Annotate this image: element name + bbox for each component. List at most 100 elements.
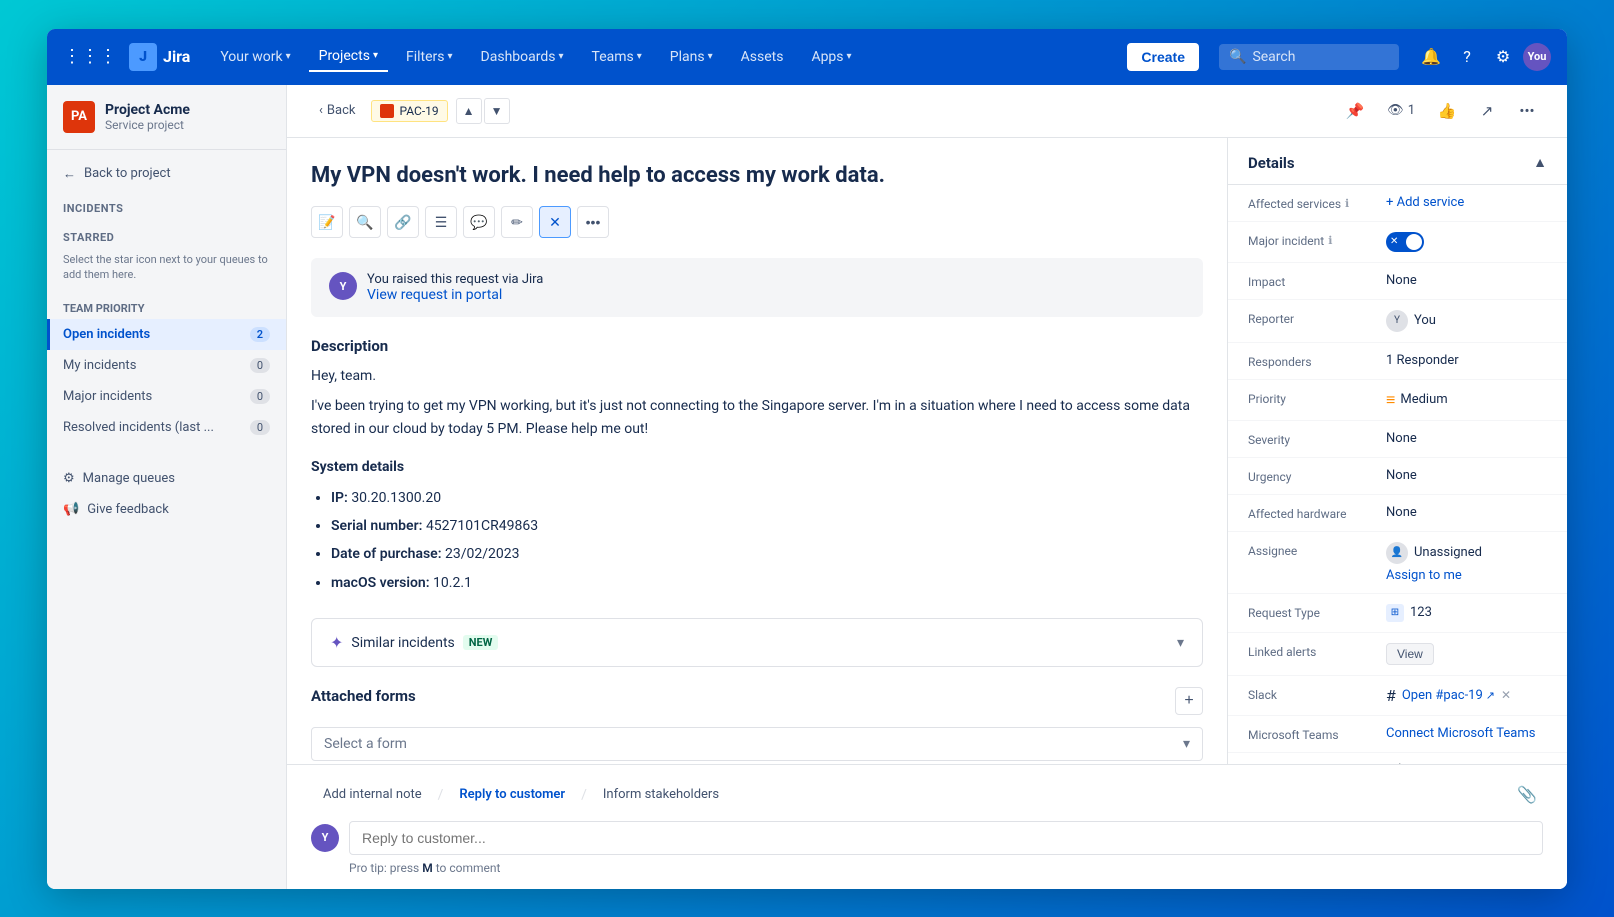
thumbsup-icon[interactable]: 👍 — [1431, 95, 1463, 127]
jira-logo[interactable]: J Jira — [129, 43, 190, 71]
request-type-value: ⊞ 123 — [1386, 604, 1547, 622]
nav-dashboards[interactable]: Dashboards ▾ — [471, 43, 574, 71]
impact-row: Impact None — [1228, 263, 1567, 300]
slack-label: Slack — [1248, 686, 1378, 702]
sidebar-item-major-incidents[interactable]: Major incidents 0 — [47, 381, 286, 412]
inform-stakeholders-tab[interactable]: Inform stakeholders — [591, 781, 731, 808]
pro-tip: Pro tip: press M to comment — [349, 861, 1543, 875]
similar-incidents-section[interactable]: ✦ Similar incidents NEW ▾ — [311, 618, 1203, 667]
assignee-row: Assignee 👤 Unassigned Assign to me — [1228, 532, 1567, 594]
share-icon[interactable]: ↗ — [1471, 95, 1503, 127]
plans-chevron: ▾ — [708, 51, 713, 62]
sidebar-item-open-incidents[interactable]: Open incidents 2 — [47, 319, 286, 350]
reply-to-customer-tab[interactable]: Reply to customer — [447, 781, 577, 808]
apps-chevron: ▾ — [847, 51, 852, 62]
nav-plans[interactable]: Plans ▾ — [660, 43, 723, 71]
affected-services-info-icon[interactable]: ℹ — [1345, 197, 1349, 210]
user-avatar[interactable]: You — [1523, 43, 1551, 71]
comment-bar: Add internal note / Reply to customer / … — [287, 764, 1567, 889]
responders-value[interactable]: 1 Responder — [1386, 353, 1547, 368]
prev-issue-button[interactable]: ▲ — [456, 98, 482, 124]
sidebar-item-my-incidents[interactable]: My incidents 0 — [47, 350, 286, 381]
slack-channel-link[interactable]: Open #pac-19 ↗ — [1402, 688, 1495, 703]
sparkle-icon: ✦ — [330, 633, 343, 652]
help-icon[interactable]: ? — [1451, 41, 1483, 73]
settings-icon[interactable]: ⚙ — [1487, 41, 1519, 73]
linked-alerts-label: Linked alerts — [1248, 643, 1378, 659]
toolbar-search-icon[interactable]: 🔍 — [349, 206, 381, 238]
view-portal-link[interactable]: View request in portal — [367, 287, 502, 303]
slack-close-icon[interactable]: ✕ — [1501, 688, 1511, 702]
affected-hardware-value[interactable]: None — [1386, 505, 1547, 520]
reporter-avatar: Y — [1386, 310, 1408, 332]
priority-medium-icon: ≡ — [1386, 390, 1395, 410]
starred-label: STARRED — [47, 219, 286, 248]
urgency-value[interactable]: None — [1386, 468, 1547, 483]
more-options-icon[interactable]: ••• — [1511, 95, 1543, 127]
affected-services-label: Affected services ℹ — [1248, 195, 1378, 211]
ms-teams-link[interactable]: Connect Microsoft Teams — [1386, 726, 1536, 741]
teams-chevron: ▾ — [637, 51, 642, 62]
severity-row: Severity None — [1228, 421, 1567, 458]
request-type-row: Request Type ⊞ 123 — [1228, 594, 1567, 633]
add-service-button[interactable]: + Add service — [1386, 195, 1547, 210]
toolbar-pin-icon[interactable]: ✏ — [501, 206, 533, 238]
priority-row: Priority ≡ Medium — [1228, 380, 1567, 421]
issue-key-badge[interactable]: PAC-19 — [371, 100, 447, 122]
create-button[interactable]: Create — [1127, 43, 1199, 71]
priority-value[interactable]: ≡ Medium — [1386, 390, 1547, 410]
projects-chevron: ▾ — [373, 50, 378, 61]
add-internal-note-tab[interactable]: Add internal note — [311, 781, 434, 808]
give-feedback[interactable]: 📢 Give feedback — [47, 494, 286, 525]
toolbar-more-icon[interactable]: ••• — [577, 206, 609, 238]
project-icon: PA — [63, 101, 95, 133]
assign-to-me-link[interactable]: Assign to me — [1386, 568, 1547, 583]
nav-filters[interactable]: Filters ▾ — [396, 43, 463, 71]
similar-left: ✦ Similar incidents NEW — [330, 633, 498, 652]
comment-input[interactable] — [349, 821, 1543, 855]
my-incidents-badge: 0 — [250, 358, 270, 373]
raised-notice: Y You raised this request via Jira View … — [311, 258, 1203, 317]
affected-hardware-label: Affected hardware — [1248, 505, 1378, 521]
major-incident-value: ✕ — [1386, 232, 1547, 252]
major-incident-info-icon[interactable]: ℹ — [1328, 234, 1332, 247]
major-incident-row: Major incident ℹ ✕ — [1228, 222, 1567, 263]
megaphone-icon: 📢 — [63, 502, 79, 517]
major-incident-toggle[interactable]: ✕ — [1386, 232, 1424, 252]
manage-queues[interactable]: ⚙ Manage queues — [47, 463, 286, 494]
add-form-button[interactable]: + — [1175, 687, 1203, 715]
issue-nav-arrows: ▲ ▼ — [456, 98, 510, 124]
form-select[interactable]: Select a form ▾ — [311, 727, 1203, 761]
pin-icon[interactable]: 📌 — [1339, 95, 1371, 127]
impact-value[interactable]: None — [1386, 273, 1547, 288]
collapse-button[interactable]: ▲ — [1533, 154, 1547, 171]
watch-button[interactable]: 👁 1 — [1379, 99, 1423, 122]
toolbar-list-icon[interactable]: ☰ — [425, 206, 457, 238]
attach-button[interactable]: 📎 — [1511, 779, 1543, 811]
back-to-project[interactable]: ← Back to project — [47, 158, 286, 190]
nav-projects[interactable]: Projects ▾ — [309, 42, 388, 72]
nav-assets[interactable]: Assets — [731, 43, 794, 71]
nav-your-work[interactable]: Your work ▾ — [210, 43, 300, 71]
severity-value[interactable]: None — [1386, 431, 1547, 446]
nav-apps[interactable]: Apps ▾ — [801, 43, 861, 71]
eye-icon: 👁 — [1387, 103, 1404, 118]
search-bar[interactable]: 🔍 Search — [1219, 44, 1399, 70]
project-type: Service project — [105, 118, 190, 132]
toolbar-chat-icon[interactable]: 💬 — [463, 206, 495, 238]
notifications-icon[interactable]: 🔔 — [1415, 41, 1447, 73]
next-issue-button[interactable]: ▼ — [484, 98, 510, 124]
nav-teams[interactable]: Teams ▾ — [582, 43, 652, 71]
sidebar-item-resolved-incidents[interactable]: Resolved incidents (last ... 0 — [47, 412, 286, 443]
details-title: Details — [1248, 154, 1295, 172]
toolbar-cancel-icon[interactable]: ✕ — [539, 206, 571, 238]
toolbar-text-icon[interactable]: 📝 — [311, 206, 343, 238]
back-button[interactable]: ‹ Back — [311, 99, 363, 122]
request-type-icon: ⊞ — [1386, 604, 1404, 622]
view-alerts-button[interactable]: View — [1386, 643, 1434, 665]
jira-logo-text: Jira — [163, 47, 190, 66]
description-title: Description — [311, 337, 1203, 355]
toolbar-link-icon[interactable]: 🔗 — [387, 206, 419, 238]
grid-icon[interactable]: ⋮⋮⋮ — [63, 46, 117, 67]
raised-text: You raised this request via Jira — [367, 272, 543, 287]
